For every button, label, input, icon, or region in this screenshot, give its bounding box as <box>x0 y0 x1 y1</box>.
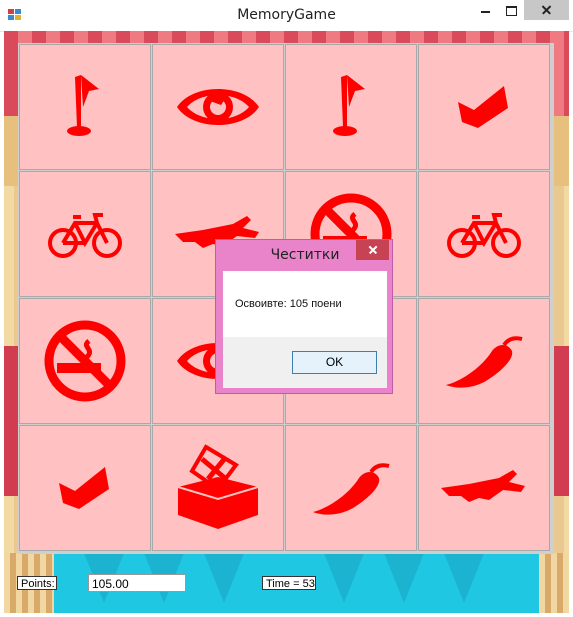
eye-icon <box>177 89 259 125</box>
dialog-message-area: Освоивте: 105 поени <box>223 271 387 337</box>
card[interactable] <box>152 44 284 170</box>
card[interactable] <box>19 44 151 170</box>
decor-shape <box>204 553 244 603</box>
points-label: Points: <box>17 576 57 590</box>
ballot-box-icon <box>177 444 259 529</box>
card[interactable] <box>19 171 151 297</box>
chili-pepper-icon <box>446 336 523 388</box>
card[interactable] <box>285 44 417 170</box>
card[interactable] <box>418 171 550 297</box>
pillar-decor <box>539 553 569 613</box>
dialog-close-button[interactable] <box>356 240 389 260</box>
minimize-button[interactable] <box>472 0 498 20</box>
maximize-button[interactable] <box>498 0 524 20</box>
airplane-icon <box>441 470 525 502</box>
ok-button[interactable]: OK <box>292 351 377 374</box>
dialog-message: Освоивте: 105 поени <box>235 298 342 310</box>
golf-flag-icon <box>67 75 99 136</box>
checkmark-icon <box>59 467 109 509</box>
card[interactable] <box>418 44 550 170</box>
decor-shape <box>444 553 484 603</box>
close-window-button[interactable] <box>524 0 569 20</box>
title-bar: MemoryGame <box>0 0 573 32</box>
bicycle-icon <box>447 213 521 258</box>
congrats-dialog: Честитки Освоивте: 105 поени OK <box>215 239 393 394</box>
points-value-field[interactable]: 105.00 <box>88 574 186 592</box>
card[interactable] <box>19 425 151 551</box>
no-smoking-icon <box>44 320 126 402</box>
checkmark-icon <box>458 86 508 128</box>
dialog-body: Освоивте: 105 поени OK <box>223 271 387 388</box>
golf-flag-icon <box>333 75 365 136</box>
card[interactable] <box>285 425 417 551</box>
card[interactable] <box>152 425 284 551</box>
chili-pepper-icon <box>313 463 390 515</box>
card[interactable] <box>418 298 550 424</box>
time-label: Time = 53 <box>262 576 316 590</box>
card[interactable] <box>19 298 151 424</box>
decor-shape <box>384 553 424 603</box>
decor-shape <box>324 553 364 603</box>
card[interactable] <box>418 425 550 551</box>
bicycle-icon <box>48 213 122 258</box>
